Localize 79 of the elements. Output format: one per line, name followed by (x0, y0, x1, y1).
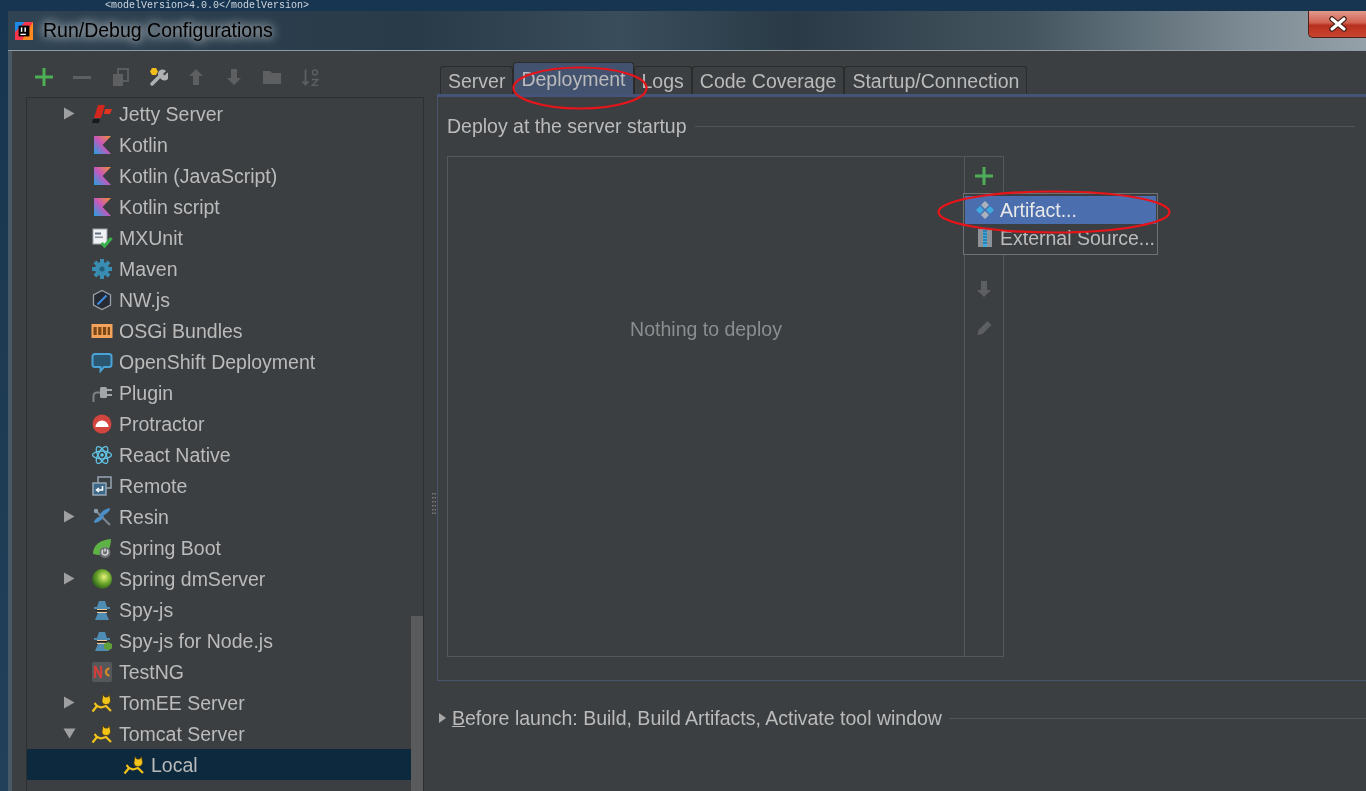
tree-item[interactable]: Kotlin (27, 129, 423, 160)
spy-hexagon-icon (91, 629, 113, 652)
tab[interactable]: Code Coverage (691, 66, 845, 94)
tile-logo-icon (91, 660, 113, 683)
menu-item[interactable]: External Source... (965, 224, 1156, 252)
section-title: Deploy at the server startup (447, 115, 687, 137)
pencil-icon (976, 319, 992, 335)
k-logo-icon (91, 195, 113, 218)
tree-item[interactable]: Plugin (27, 377, 423, 408)
add-button[interactable] (972, 164, 996, 188)
tree-item[interactable]: OpenShift Deployment (27, 346, 423, 377)
expander-icon[interactable] (62, 727, 76, 740)
wrench-nut-icon (148, 67, 168, 87)
expander-icon[interactable] (62, 696, 76, 709)
minus-icon (73, 75, 91, 79)
window-arrow-icon (91, 474, 113, 497)
sphere-icon (91, 567, 113, 590)
copy-icon (111, 67, 129, 87)
leaf-power-icon (91, 536, 113, 559)
background-code-text: <modelVersion>4.0.0</modelVersion> (104, 0, 311, 11)
expander-icon[interactable] (62, 572, 76, 585)
cat-icon (91, 722, 113, 745)
add-button[interactable] (32, 65, 56, 89)
k-logo-icon (91, 164, 113, 187)
close-icon (1327, 15, 1348, 33)
tree-item[interactable]: Spring dmServer (27, 563, 423, 594)
tree-item[interactable]: OSGi Bundles (27, 315, 423, 346)
cat-icon (91, 691, 113, 714)
zip-file-icon (975, 228, 995, 248)
tab[interactable]: Logs (633, 66, 692, 94)
protractor-icon (91, 412, 113, 435)
scrollbar-thumb[interactable] (411, 616, 423, 791)
expander-icon[interactable] (62, 107, 76, 120)
arrow-down-icon (227, 69, 241, 85)
before-launch-toggle[interactable]: Before launch: Build, Build Artifacts, Activate tool window (437, 707, 942, 729)
tab[interactable]: Startup/Connection (844, 66, 1028, 94)
slash-logo-icon (91, 102, 113, 125)
hexagon-icon (91, 288, 113, 311)
tab[interactable]: Server (440, 66, 514, 94)
close-button[interactable] (1308, 11, 1366, 38)
dragonfly-icon (91, 505, 113, 528)
tree-item[interactable]: Maven (27, 253, 423, 284)
tree-item[interactable]: MXUnit (27, 222, 423, 253)
tree-item[interactable]: React Native (27, 439, 423, 470)
tree-item[interactable]: Kotlin (JavaScript) (27, 160, 423, 191)
splitter-grip-icon[interactable] (431, 493, 436, 514)
arrow-down-icon (977, 281, 991, 297)
spy-icon (91, 598, 113, 621)
tree-item[interactable]: Resin (27, 501, 423, 532)
tree-item[interactable]: Jetty Server (27, 98, 423, 129)
gear-icon (91, 257, 113, 280)
document-check-icon (91, 226, 113, 249)
plus-icon (975, 167, 993, 185)
tree-item[interactable]: Spy-js (27, 594, 423, 625)
tree-item[interactable]: TomEE Server (27, 687, 423, 718)
k-logo-icon (91, 133, 113, 156)
speech-bubble-icon (91, 350, 113, 373)
tree-item[interactable]: Spy-js for Node.js (27, 625, 423, 656)
tree-item[interactable]: Tomcat Server (27, 718, 423, 749)
tree-item[interactable]: Kotlin script (27, 191, 423, 222)
sort-icon (301, 68, 319, 86)
menu-item[interactable]: Artifact... (965, 196, 1156, 224)
app-logo-icon (15, 22, 33, 40)
folder-icon (263, 70, 281, 84)
tree-item[interactable]: Spring Boot (27, 532, 423, 563)
tree-item[interactable]: TestNG (27, 656, 423, 687)
empty-list-message: Nothing to deploy (630, 318, 782, 340)
deployment-list[interactable]: Nothing to deploy (447, 156, 965, 657)
tree-item[interactable]: Remote (27, 470, 423, 501)
tree-item[interactable]: NW.js (27, 284, 423, 315)
cat-icon (123, 753, 145, 776)
plus-icon (35, 68, 53, 86)
window-title: Run/Debug Configurations (43, 18, 273, 42)
expander-icon[interactable] (62, 510, 76, 523)
tab[interactable]: Deployment (513, 62, 634, 94)
arrow-up-icon (189, 69, 203, 85)
tree-item[interactable]: Protractor (27, 408, 423, 439)
atom-icon (91, 443, 113, 466)
diamonds-icon (975, 200, 995, 220)
